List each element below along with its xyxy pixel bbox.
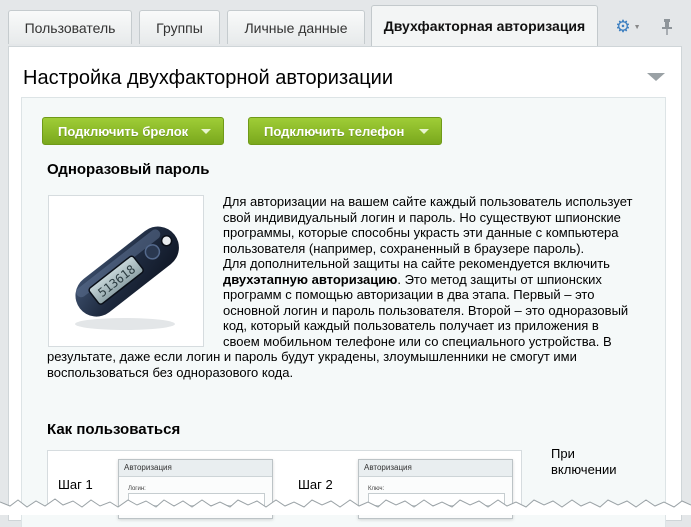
panel-content: Подключить брелок Подключить телефон Одн… <box>21 97 666 527</box>
step-1-field-label: Логин: <box>128 486 146 492</box>
connect-keyfob-label: Подключить брелок <box>58 123 189 139</box>
otp-description: Для авторизации на вашем сайте каждый по… <box>47 194 637 380</box>
gear-icon: ⚙ <box>615 17 631 36</box>
step-2-field-label: Ключ: <box>368 486 385 492</box>
otp-heading: Одноразовый пароль <box>47 161 210 178</box>
step-2-window-title: Авторизация <box>359 460 512 477</box>
tab-bar: Пользователь Группы Личные данные Двухфа… <box>0 0 691 46</box>
chevron-down-icon <box>419 129 429 134</box>
pin-icon <box>662 19 672 35</box>
otp-paragraph-2-bold: двухэтапную авторизацию <box>223 271 398 287</box>
howto-heading: Как пользоваться <box>47 421 181 438</box>
tab-groups[interactable]: Группы <box>139 10 220 44</box>
connect-phone-button[interactable]: Подключить телефон <box>248 117 442 145</box>
step-1-window-title: Авторизация <box>119 460 272 477</box>
collapse-toggle-icon[interactable] <box>647 73 665 81</box>
chevron-down-icon: ▼ <box>633 23 641 31</box>
connect-keyfob-button[interactable]: Подключить брелок <box>42 117 224 145</box>
tab-personal-data[interactable]: Личные данные <box>227 10 365 44</box>
settings-menu[interactable]: ⚙ ▼ <box>612 14 644 40</box>
pin-button[interactable] <box>656 14 678 40</box>
step-2-label: Шаг 2 <box>298 477 333 492</box>
torn-edge <box>0 498 691 515</box>
step-1-label: Шаг 1 <box>58 477 93 492</box>
tab-two-factor-auth[interactable]: Двухфакторная авторизация <box>371 5 598 46</box>
panel-title: Настройка двухфакторной авторизации <box>23 67 394 89</box>
chevron-down-icon <box>201 129 211 134</box>
tab-user[interactable]: Пользователь <box>8 10 132 44</box>
connect-phone-label: Подключить телефон <box>264 123 405 139</box>
settings-panel: Настройка двухфакторной авторизации Подк… <box>8 46 682 527</box>
howto-side-note: При включении <box>551 446 617 477</box>
